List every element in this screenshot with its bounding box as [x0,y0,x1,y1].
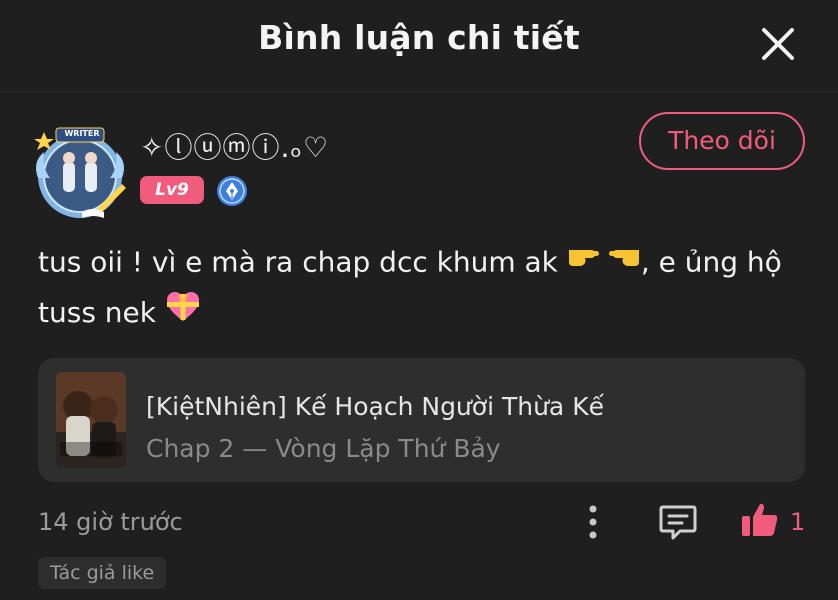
page-title: Bình luận chi tiết [258,18,580,57]
more-vertical-icon [589,505,597,539]
reply-button[interactable] [658,503,698,541]
avatar[interactable]: WRITER [30,122,130,222]
follow-button[interactable]: Theo dõi [639,112,805,170]
close-button[interactable] [758,24,798,64]
chapter-name: Chap 2 — Vòng Lặp Thứ Bảy [146,434,501,463]
close-icon [762,28,794,60]
chapter-card[interactable]: [KiệtNhiên] Kế Hoạch Người Thừa Kế Chap … [38,358,805,482]
more-options-button[interactable] [580,502,606,542]
comment-text: tus oii ! vì e mà ra chap dcc khum ak , … [38,238,818,339]
timestamp: 14 giờ trước [38,508,183,536]
comment-text-part1: tus oii ! vì e mà ra chap dcc khum ak [38,245,567,279]
thumbs-up-icon [742,503,778,536]
avatar-badge-text: WRITER [64,129,100,138]
like-button[interactable]: 1 [740,500,810,542]
pen-nib-badge-icon [216,175,248,207]
like-count: 1 [790,508,806,536]
comment-detail-screen: Bình luận chi tiết WRITER ✧ⓛⓤⓜⓘ.ₒ♡ Lv9 T… [0,0,838,600]
level-badge: Lv9 [140,176,204,204]
author-liked-badge: Tác giả like [38,557,167,589]
pointing-hands-emoji-icon [567,238,641,289]
story-title: [KiệtNhiên] Kế Hoạch Người Thừa Kế [146,392,604,421]
cover-image [56,372,126,468]
username[interactable]: ✧ⓛⓤⓜⓘ.ₒ♡ [140,126,329,166]
comment-icon [659,505,697,540]
header: Bình luận chi tiết [0,0,838,92]
gift-heart-emoji-icon [165,290,201,339]
